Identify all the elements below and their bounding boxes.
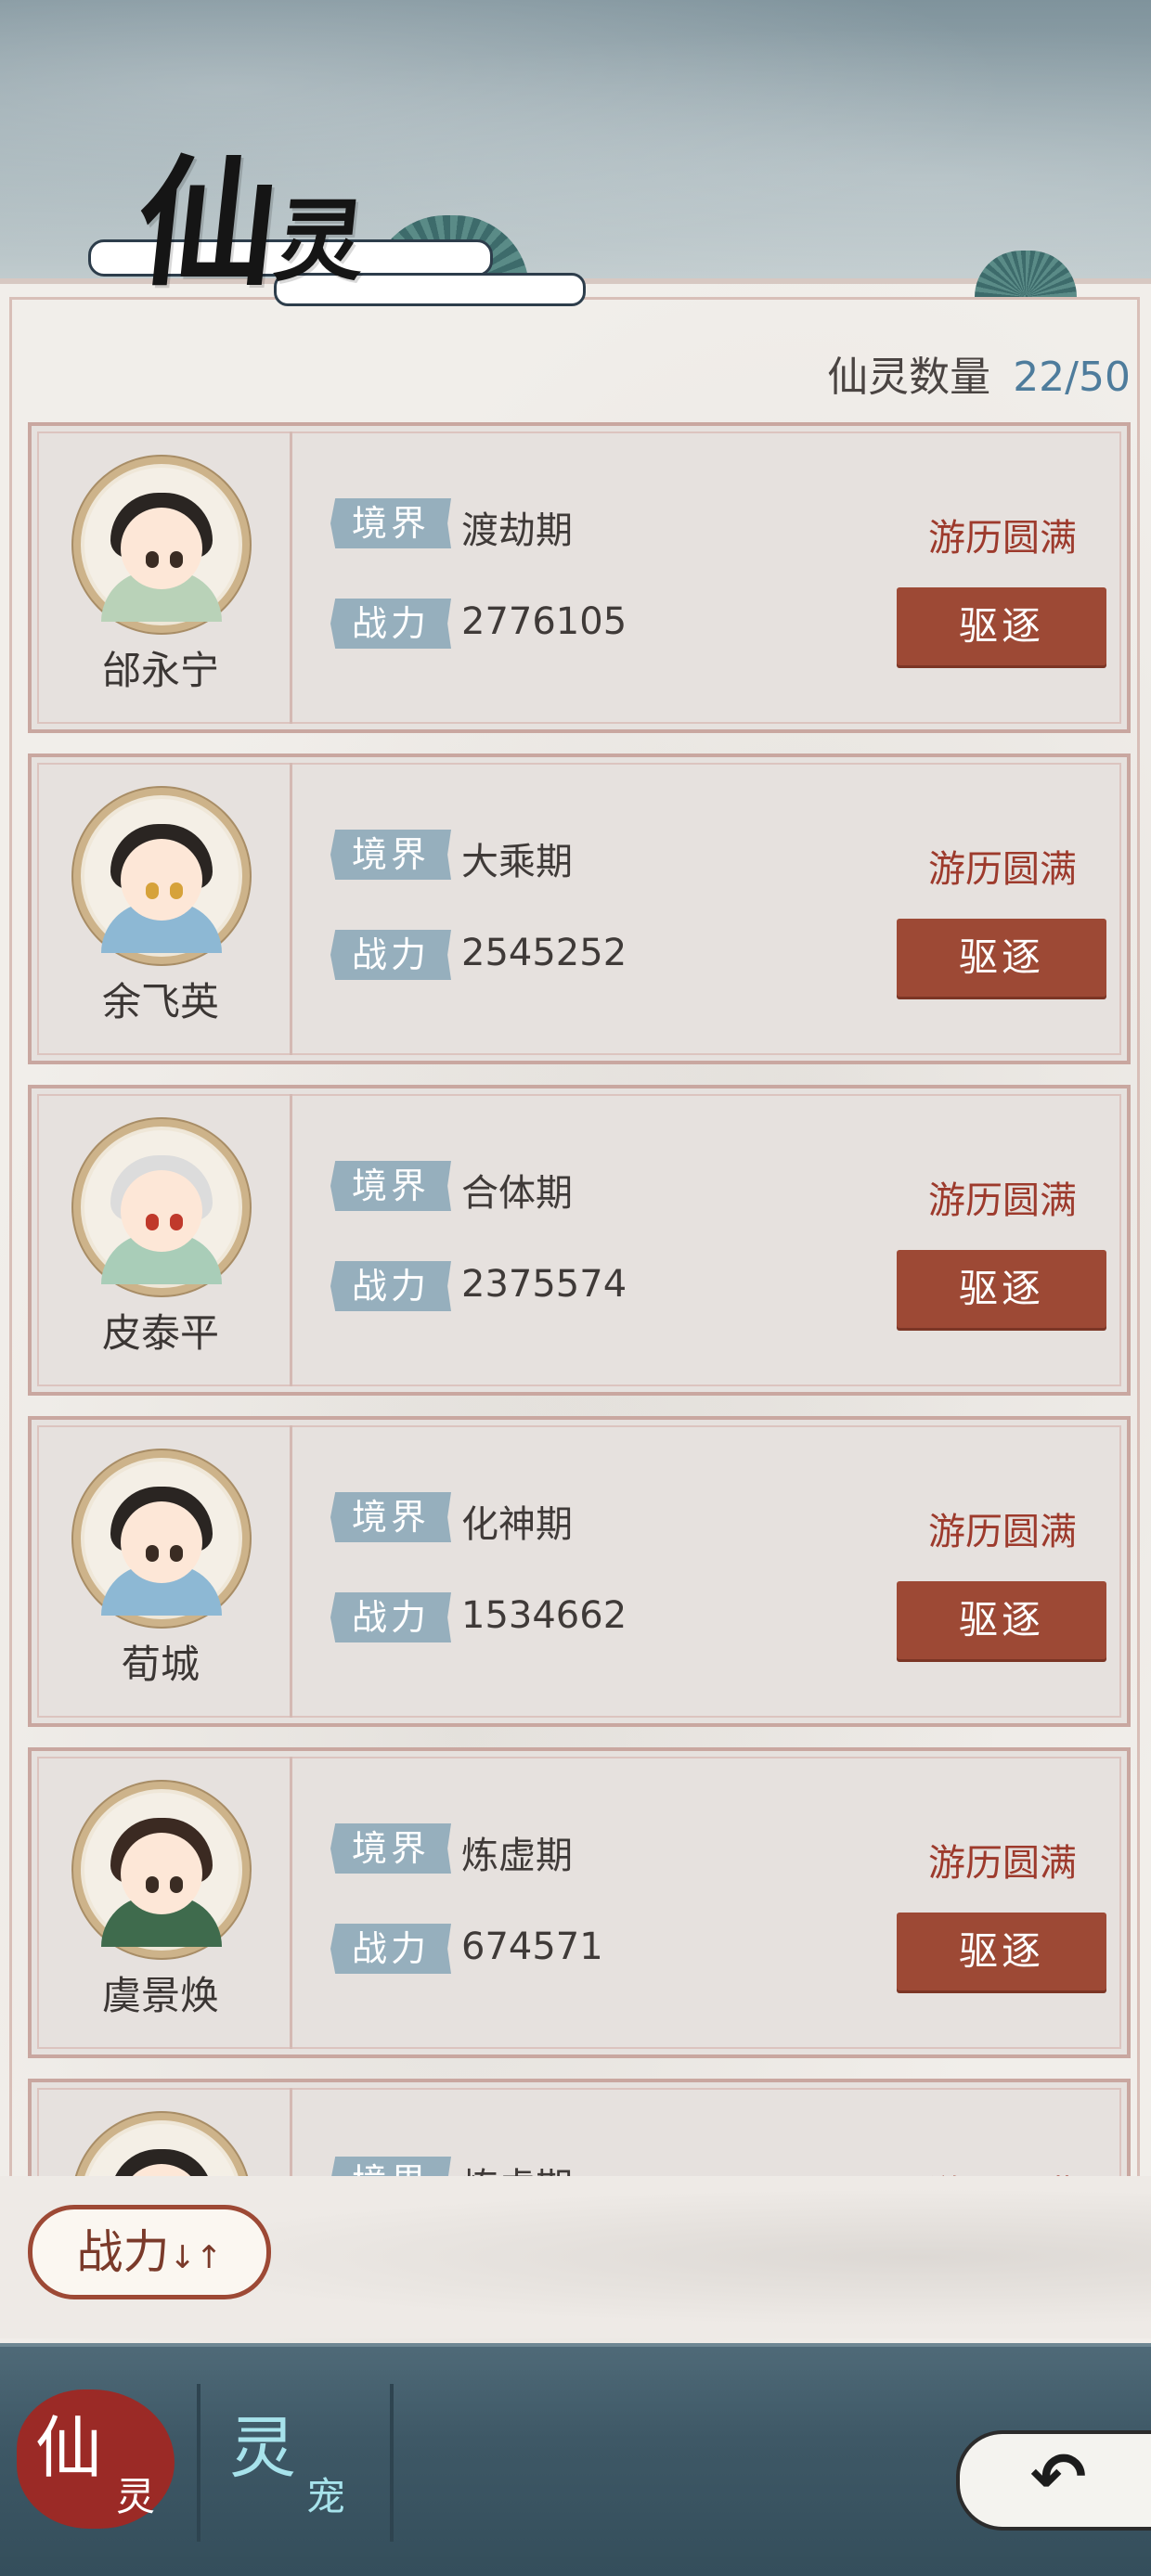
power-tag: 战力 — [330, 930, 451, 980]
title-main: 仙 — [129, 142, 277, 305]
travel-status: 游历圆满 — [928, 1511, 1077, 1553]
spirit-name: 虞景焕 — [101, 1973, 219, 2018]
power-value: 2375574 — [461, 1263, 627, 1306]
sort-arrows-icon: ↓↑ — [169, 2239, 223, 2276]
sort-power-button[interactable]: 战力↓↑ — [28, 2205, 271, 2299]
tab-xianling-big: 仙 — [35, 2409, 103, 2487]
travel-status: 游历圆满 — [928, 2164, 1077, 2176]
spirit-card[interactable]: 虞景焕 境界 炼虚期 战力 674571 游历圆满 驱逐 — [28, 1747, 1131, 2058]
dismiss-button[interactable]: 驱逐 — [897, 1250, 1106, 1328]
realm-tag: 境界 — [330, 1161, 451, 1211]
realm-tag: 境界 — [330, 1823, 451, 1874]
realm-tag: 境界 — [330, 830, 451, 880]
tab-lingchong-big: 灵 — [229, 2409, 297, 2487]
page-title: 仙灵 — [129, 111, 369, 313]
tab-lingchong[interactable]: 灵 宠 — [218, 2347, 394, 2532]
tab-xianling-small: 灵 — [116, 2474, 156, 2519]
power-tag: 战力 — [330, 1924, 451, 1974]
spirit-card[interactable]: 境界 炼虚期 游历圆满 — [28, 2079, 1131, 2176]
spirit-name: 皮泰平 — [101, 1310, 219, 1356]
back-arrow-icon: ↶ — [1030, 2438, 1087, 2516]
spirit-name: 邰永宁 — [101, 648, 219, 693]
dismiss-button[interactable]: 驱逐 — [897, 1581, 1106, 1659]
back-button[interactable]: ↶ — [947, 2421, 1151, 2532]
realm-tag: 境界 — [330, 2157, 451, 2176]
spirit-card[interactable]: 邰永宁 境界 渡劫期 战力 2776105 游历圆满 驱逐 — [28, 422, 1131, 733]
realm-value: 炼虚期 — [461, 2157, 573, 2176]
spirit-card[interactable]: 余飞英 境界 大乘期 战力 2545252 游历圆满 驱逐 — [28, 753, 1131, 1064]
spirit-card[interactable]: 皮泰平 境界 合体期 战力 2375574 游历圆满 驱逐 — [28, 1085, 1131, 1396]
avatar — [73, 1450, 250, 1627]
dismiss-button[interactable]: 驱逐 — [897, 919, 1106, 997]
power-tag: 战力 — [330, 1261, 451, 1311]
power-value: 2776105 — [461, 600, 627, 643]
spirit-count-label: 仙灵数量 — [827, 354, 991, 401]
realm-tag: 境界 — [330, 1492, 451, 1542]
dismiss-button[interactable]: 驱逐 — [897, 587, 1106, 665]
spirit-name: 余飞英 — [101, 979, 219, 1024]
spirit-card[interactable]: 荀城 境界 化神期 战力 1534662 游历圆满 驱逐 — [28, 1416, 1131, 1727]
avatar — [73, 1119, 250, 1295]
spirit-count: 仙灵数量 22/50 — [827, 343, 1131, 403]
avatar — [73, 1782, 250, 1958]
travel-status: 游历圆满 — [928, 1842, 1077, 1885]
travel-status: 游历圆满 — [928, 848, 1077, 891]
spirit-count-value: 22/50 — [1013, 354, 1131, 401]
dismiss-button[interactable]: 驱逐 — [897, 1913, 1106, 1990]
tab-xianling[interactable]: 仙 灵 — [9, 2347, 195, 2532]
realm-value: 渡劫期 — [461, 509, 573, 552]
power-tag: 战力 — [330, 1592, 451, 1642]
spirit-list[interactable]: 邰永宁 境界 渡劫期 战力 2776105 游历圆满 驱逐 余飞英 境界 大乘期… — [0, 408, 1151, 2176]
tab-lingchong-small: 宠 — [306, 2474, 346, 2519]
avatar — [73, 457, 250, 633]
travel-status: 游历圆满 — [928, 1179, 1077, 1222]
avatar — [73, 2113, 250, 2176]
spirit-name: 荀城 — [121, 1642, 200, 1687]
power-value: 1534662 — [461, 1594, 627, 1637]
power-value: 674571 — [461, 1926, 603, 1968]
avatar — [73, 788, 250, 964]
power-tag: 战力 — [330, 599, 451, 649]
realm-value: 炼虚期 — [461, 1835, 573, 1877]
bottom-nav: 仙 灵 灵 宠 ↶ — [0, 2343, 1151, 2576]
realm-value: 化神期 — [461, 1503, 573, 1546]
title-sub: 灵 — [269, 188, 361, 293]
sort-label: 战力 — [76, 2225, 170, 2279]
travel-status: 游历圆满 — [928, 517, 1077, 560]
realm-tag: 境界 — [330, 498, 451, 548]
realm-value: 合体期 — [461, 1172, 573, 1215]
power-value: 2545252 — [461, 932, 627, 974]
realm-value: 大乘期 — [461, 841, 573, 883]
